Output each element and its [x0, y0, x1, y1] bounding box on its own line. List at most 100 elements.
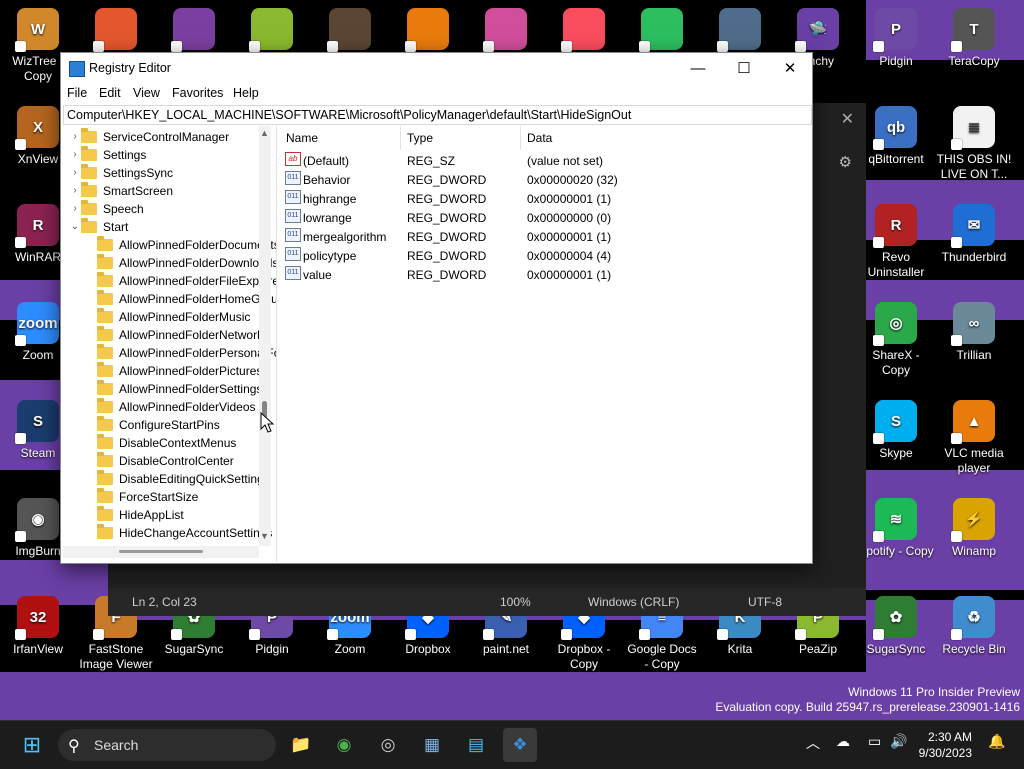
tree-node[interactable]: AllowPinnedFolderFileExplorer — [63, 272, 276, 290]
value-row[interactable]: 011 highrange REG_DWORD 0x00000001 (1) — [279, 190, 809, 209]
desktop-icon-graphic[interactable] — [78, 6, 154, 54]
encoding[interactable]: UTF-8 — [748, 595, 782, 609]
taskbar-chrome-icon[interactable]: ◉ — [327, 728, 361, 762]
value-row[interactable]: 011 Behavior REG_DWORD 0x00000020 (32) — [279, 171, 809, 190]
desktop-icon[interactable]: R Revo Uninstaller — [858, 202, 934, 280]
desktop-icon[interactable]: qb qBittorrent — [858, 104, 934, 167]
search-box[interactable]: ⚲ Search — [58, 729, 276, 761]
tree-node[interactable]: › Speech — [63, 200, 259, 218]
desktop-icon[interactable]: ✿ SugarSync — [858, 594, 934, 657]
taskbar-file-explorer-icon[interactable]: 📁 — [284, 728, 318, 762]
tree-horizontal-scrollbar[interactable] — [63, 546, 259, 558]
desktop-icon-graphic[interactable] — [468, 6, 544, 54]
tree-node[interactable]: HideAppList — [63, 506, 259, 524]
menu-view[interactable]: View — [133, 86, 160, 100]
close-button[interactable]: ✕ — [767, 53, 813, 83]
menu-favorites[interactable]: Favorites — [172, 86, 223, 100]
desktop-icon[interactable]: ∞ Trillian — [936, 300, 1012, 363]
desktop-icon[interactable]: S Skype — [858, 398, 934, 461]
expander-chevron-icon[interactable]: › — [69, 200, 81, 218]
tree-node[interactable]: ConfigureStartPins — [63, 416, 259, 434]
tree-node[interactable]: AllowPinnedFolderPictures — [63, 362, 262, 380]
taskbar-notepad-icon[interactable]: ▤ — [459, 728, 493, 762]
desktop-icon[interactable]: T TeraCopy — [936, 6, 1012, 69]
tree-node[interactable]: AllowPinnedFolderMusic — [63, 308, 259, 326]
desktop-icon[interactable]: ≋ Spotify - Copy — [858, 496, 934, 559]
start-button[interactable]: ⊞ — [15, 728, 49, 762]
value-row[interactable]: ab (Default) REG_SZ (value not set) — [279, 152, 809, 171]
value-row[interactable]: 011 value REG_DWORD 0x00000001 (1) — [279, 266, 809, 285]
volume-icon[interactable]: 🔊 — [890, 733, 907, 750]
registry-editor-window[interactable]: Registry Editor — ☐ ✕ File Edit View Fav… — [60, 52, 813, 564]
value-row[interactable]: 011 policytype REG_DWORD 0x00000004 (4) — [279, 247, 809, 266]
column-type[interactable]: Type — [400, 126, 521, 150]
tree-node[interactable]: DisableEditingQuickSettings — [63, 470, 270, 488]
title-bar[interactable]: Registry Editor — ☐ ✕ — [61, 53, 812, 83]
tree-node[interactable]: › ServiceControlManager — [63, 128, 259, 146]
gear-icon[interactable]: ⚙ — [839, 153, 852, 171]
tree-node[interactable]: DisableControlCenter — [63, 452, 259, 470]
tree-node[interactable]: AllowPinnedFolderDownloads — [63, 254, 276, 272]
tree-node[interactable]: AllowPinnedFolderHomeGroup — [63, 290, 276, 308]
network-icon[interactable]: ☁ — [836, 733, 850, 750]
address-bar[interactable]: Computer\HKEY_LOCAL_MACHINE\SOFTWARE\Mic… — [63, 105, 812, 125]
tree-node[interactable]: AllowPinnedFolderVideos — [63, 398, 259, 416]
minimize-button[interactable]: — — [675, 53, 721, 83]
tree-node[interactable]: AllowPinnedFolderDocuments — [63, 236, 276, 254]
expander-chevron-icon[interactable]: › — [69, 128, 81, 146]
desktop-icon[interactable]: ♻ Recycle Bin — [936, 594, 1012, 657]
desktop-icon-graphic[interactable] — [546, 6, 622, 54]
desktop-icon[interactable]: 32 IrfanView — [0, 594, 76, 657]
zoom-level[interactable]: 100% — [500, 595, 531, 609]
menu-edit[interactable]: Edit — [99, 86, 121, 100]
hscroll-thumb[interactable] — [119, 550, 203, 553]
show-hidden-icons-chevron-icon[interactable]: ︿ — [806, 733, 820, 753]
tree-node[interactable]: › SmartScreen — [63, 182, 259, 200]
column-data[interactable]: Data — [520, 126, 807, 150]
tree-node[interactable]: DisableContextMenus — [63, 434, 259, 452]
key-tree[interactable]: › ServiceControlManager › Settings › Settings… — [63, 126, 277, 562]
scroll-down-icon[interactable]: ▼ — [260, 531, 269, 541]
line-ending[interactable]: Windows (CRLF) — [588, 595, 679, 609]
notification-bell-icon[interactable]: 🔔 — [988, 733, 1005, 750]
tree-node[interactable]: AllowPinnedFolderPersonalFolder — [63, 344, 276, 362]
tree-node[interactable]: ForceStartSize — [63, 488, 259, 506]
column-name[interactable]: Name — [279, 126, 401, 150]
desktop-icon-graphic[interactable] — [234, 6, 310, 54]
desktop-icon-graphic[interactable] — [624, 6, 700, 54]
tree-node[interactable]: HideChangeAccountSettings — [63, 524, 272, 542]
desktop-icon[interactable]: ✉ Thunderbird — [936, 202, 1012, 265]
desktop-icon-graphic[interactable] — [156, 6, 232, 54]
desktop-icon-graphic[interactable] — [312, 6, 388, 54]
expander-chevron-icon[interactable]: › — [69, 164, 81, 182]
desktop-icon[interactable]: ▲ VLC media player — [936, 398, 1012, 476]
taskbar-regedit-icon[interactable]: ❖ — [503, 728, 537, 762]
menu-help[interactable]: Help — [233, 86, 259, 100]
desktop-icon[interactable]: ⚡ Winamp — [936, 496, 1012, 559]
desktop-icon[interactable]: P Pidgin — [858, 6, 934, 69]
desktop-icon-graphic[interactable] — [702, 6, 778, 54]
maximize-button[interactable]: ☐ — [721, 53, 767, 83]
scroll-up-icon[interactable]: ▲ — [260, 128, 269, 138]
taskbar-photos-icon[interactable]: ▦ — [415, 728, 449, 762]
tree-node[interactable]: AllowPinnedFolderNetwork — [63, 326, 263, 344]
values-list[interactable]: Name Type Data ab (Default) REG_SZ (value n… — [279, 126, 809, 562]
tree-node[interactable]: AllowPinnedFolderSettings — [63, 380, 262, 398]
expander-chevron-icon[interactable]: › — [69, 146, 81, 164]
desktop-icon-graphic[interactable] — [390, 6, 466, 54]
clock[interactable]: 2:30 AM 9/30/2023 — [906, 729, 972, 761]
desktop-icon[interactable]: ≣ THIS OBS IN! LIVE ON T... — [936, 104, 1012, 182]
value-row[interactable]: 011 lowrange REG_DWORD 0x00000000 (0) — [279, 209, 809, 228]
value-row[interactable]: 011 mergealgorithm REG_DWORD 0x00000001 (1) — [279, 228, 809, 247]
tree-node[interactable]: › SettingsSync — [63, 164, 259, 182]
desktop-icon[interactable]: ◎ ShareX - Copy — [858, 300, 934, 378]
display-icon[interactable]: ▭ — [868, 733, 881, 750]
expander-chevron-icon[interactable]: › — [69, 182, 81, 200]
menu-file[interactable]: File — [67, 86, 87, 100]
tree-node[interactable]: › Settings — [63, 146, 259, 164]
expander-chevron-icon[interactable]: ⌄ — [69, 218, 81, 236]
tree-vertical-scrollbar[interactable]: ▲ ▼ — [259, 126, 271, 546]
tree-node[interactable]: ⌄ Start — [63, 218, 259, 236]
taskbar-obs-icon[interactable]: ◎ — [371, 728, 405, 762]
close-icon[interactable]: ✕ — [841, 109, 854, 128]
